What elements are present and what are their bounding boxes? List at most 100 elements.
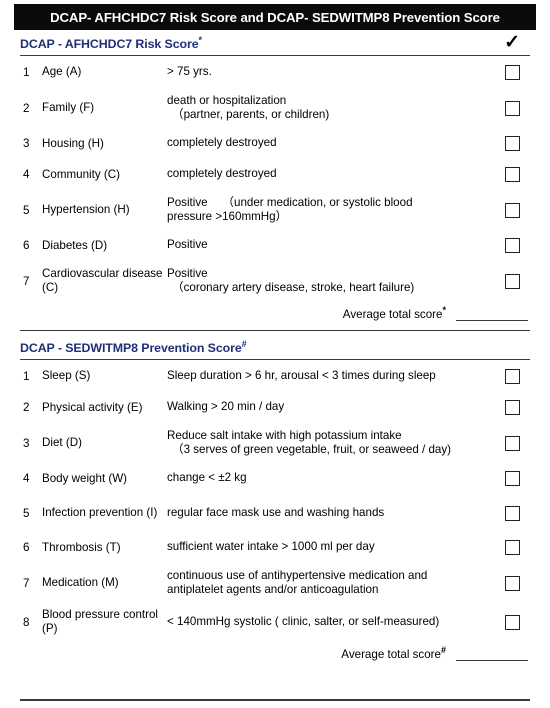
row-description: Positive （under medication, or systolic … [167, 196, 494, 225]
row-checkbox[interactable] [504, 505, 520, 521]
table-row: 1 Sleep (S) Sleep duration > 6 hr, arousal… [20, 360, 530, 392]
check-column-icon: ✓ [504, 32, 520, 53]
row-description: Walking > 20 min / day [167, 400, 494, 415]
row-label: Sleep (S) [42, 369, 91, 382]
row-description-line2: （coronary artery disease, stroke, heart … [172, 281, 415, 294]
table-row: 4 Body weight (W) change < ±2 kg [20, 463, 530, 494]
average-label-risk: Average total score* [342, 304, 446, 321]
checkbox-cell [494, 540, 530, 555]
table-row: 2 Family (F) death or hospitalization （part… [20, 88, 530, 128]
row-checkbox[interactable] [504, 435, 520, 451]
row-number: 8 [23, 615, 30, 629]
row-label: Thrombosis (T) [42, 540, 121, 554]
row-checkbox[interactable] [504, 100, 520, 116]
row-checkbox[interactable] [504, 273, 520, 289]
row-description: Sleep duration > 6 hr, arousal < 3 times… [167, 369, 494, 384]
row-label: Infection prevention (I) [42, 506, 158, 519]
row-checkbox[interactable] [504, 540, 520, 555]
row-description: Positive [167, 238, 494, 253]
row-checkbox[interactable] [504, 167, 520, 182]
row-description-line2: （partner, parents, or children) [172, 108, 330, 121]
row-checkbox[interactable] [504, 575, 520, 591]
row-number: 2 [23, 101, 30, 115]
row-description-line1: completely destroyed [167, 167, 277, 181]
table-row: 4 Community (C) completely destroyed [20, 159, 530, 190]
row-label: Housing (H) [42, 136, 104, 150]
row-number: 5 [23, 506, 30, 520]
row-number: 6 [23, 239, 30, 252]
row-label: Diet (D) [42, 436, 82, 449]
checkbox-cell [494, 100, 530, 116]
prevention-rows: 1 Sleep (S) Sleep duration > 6 hr, arousal… [20, 360, 530, 641]
row-number: 1 [23, 369, 30, 383]
table-row: 8 Blood pressure control (P) < 140mmHg sys… [20, 603, 530, 641]
row-description: > 75 yrs. [167, 65, 494, 80]
average-row-risk: Average total score* [20, 301, 530, 327]
table-row: 1 Age (A) > 75 yrs. [20, 56, 530, 88]
checkbox-cell [494, 167, 530, 182]
checkbox-cell [494, 273, 530, 289]
row-description: change < ±2 kg [167, 471, 494, 486]
average-value-prevention[interactable] [456, 647, 528, 661]
section-title-risk: DCAP - AFHCHDC7 Risk Score* [20, 34, 202, 51]
bottom-divider [20, 699, 530, 701]
table-row: 7 Cardiovascular disease (C) Positive （coro… [20, 261, 530, 301]
row-checkbox[interactable] [504, 64, 520, 80]
row-number: 3 [23, 137, 30, 150]
row-label: Physical activity (E) [42, 400, 143, 414]
row-description-line2: antiplatelet agents and/or anticoagulati… [167, 583, 379, 596]
section-header-risk: DCAP - AFHCHDC7 Risk Score* ✓ [20, 32, 530, 56]
row-number: 2 [23, 401, 30, 414]
row-number: 1 [23, 65, 30, 79]
row-description-line1: Positive [167, 238, 208, 252]
average-label-prevention: Average total score# [341, 644, 446, 661]
row-checkbox[interactable] [504, 368, 520, 384]
row-description-line1: Walking > 20 min / day [167, 400, 285, 414]
risk-rows: 1 Age (A) > 75 yrs. 2 Family (F) death or hos… [20, 56, 530, 301]
checkbox-cell [494, 614, 530, 630]
row-number: 7 [23, 274, 30, 288]
row-number: 5 [23, 203, 30, 217]
table-row: 6 Thrombosis (T) sufficient water intake >… [20, 532, 530, 563]
row-checkbox[interactable] [504, 136, 520, 151]
score-sheet: DCAP- AFHCHDC7 Risk Score and DCAP- SEDW… [0, 0, 550, 708]
row-description-line1: Positive （under medication, or systolic … [167, 195, 413, 209]
document-title: DCAP- AFHCHDC7 Risk Score and DCAP- SEDW… [50, 9, 500, 25]
row-checkbox[interactable] [504, 238, 520, 253]
row-checkbox[interactable] [504, 471, 520, 486]
row-description: completely destroyed [167, 136, 494, 151]
table-row: 6 Diabetes (D) Positive [20, 230, 530, 261]
average-value-risk[interactable] [456, 307, 528, 321]
row-label: Body weight (W) [42, 471, 128, 485]
row-description: Positive （coronary artery disease, stroke… [167, 267, 494, 296]
table-row: 3 Diet (D) Reduce salt intake with high po… [20, 423, 530, 463]
row-checkbox[interactable] [504, 400, 520, 415]
checkbox-cell [494, 575, 530, 591]
row-description-line1: continuous use of antihypertensive medic… [167, 568, 428, 582]
row-label: Hypertension (H) [42, 203, 130, 216]
row-description: death or hospitalization （partner, parent… [167, 94, 494, 123]
checkbox-cell [494, 368, 530, 384]
row-number: 6 [23, 541, 30, 554]
section-risk-score: DCAP - AFHCHDC7 Risk Score* ✓ 1 Age (A) > … [20, 32, 530, 327]
row-number: 4 [23, 472, 30, 485]
row-label: Blood pressure control (P) [42, 608, 158, 635]
row-description: continuous use of antihypertensive medic… [167, 569, 494, 598]
row-checkbox[interactable] [504, 614, 520, 630]
row-description: Reduce salt intake with high potassium i… [167, 429, 494, 458]
row-label: Community (C) [42, 167, 120, 181]
row-number: 3 [23, 436, 30, 450]
row-label: Age (A) [42, 65, 82, 78]
row-description: < 140mmHg systolic ( clinic, salter, or … [167, 615, 494, 630]
row-label: Diabetes (D) [42, 238, 108, 252]
row-label: Family (F) [42, 101, 95, 114]
row-description-line1: change < ±2 kg [167, 471, 247, 485]
average-row-prevention: Average total score# [20, 641, 530, 667]
row-checkbox[interactable] [504, 202, 520, 218]
row-description-line1: > 75 yrs. [167, 64, 212, 78]
checkbox-cell [494, 202, 530, 218]
table-row: 5 Hypertension (H) Positive （under medicat… [20, 190, 530, 230]
row-label: Medication (M) [42, 576, 119, 589]
row-description-line1: sufficient water intake > 1000 ml per da… [167, 540, 375, 554]
row-description: sufficient water intake > 1000 ml per da… [167, 540, 494, 555]
